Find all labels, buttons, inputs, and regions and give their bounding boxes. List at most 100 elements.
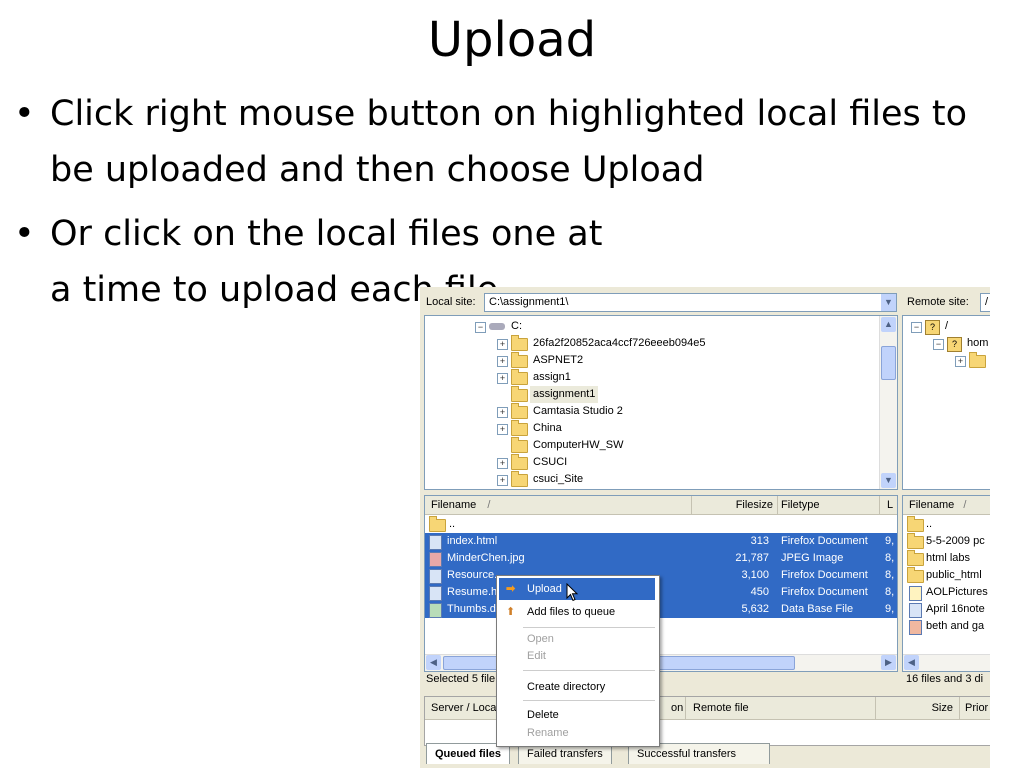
tree-node-label: / bbox=[945, 320, 949, 332]
tree-node-label: csuci_Site bbox=[533, 473, 584, 485]
local-site-combo[interactable]: C:\assignment1\ ▼ bbox=[484, 293, 897, 312]
tree-node-label: hom bbox=[967, 337, 989, 349]
remote-tree-pane[interactable]: − ? / − ? hom + bbox=[902, 315, 990, 490]
expand-icon[interactable]: + bbox=[497, 373, 508, 384]
expand-icon[interactable]: + bbox=[497, 407, 508, 418]
folder-icon bbox=[511, 403, 528, 419]
scroll-left-icon[interactable]: ◀ bbox=[904, 655, 919, 670]
file-list-header: Filename / Filesize Filetype L bbox=[425, 496, 897, 515]
tree-node-label: assignment1 bbox=[530, 386, 599, 403]
collapse-icon[interactable]: − bbox=[933, 339, 944, 350]
folder-icon bbox=[511, 335, 528, 351]
expand-icon[interactable]: + bbox=[497, 475, 508, 486]
folder-icon bbox=[429, 516, 446, 532]
filezilla-screenshot: Local site: C:\assignment1\ ▼ Remote sit… bbox=[420, 287, 990, 768]
firefox-document-icon bbox=[429, 586, 442, 601]
bullet-item: • Click right mouse button on highlighte… bbox=[14, 86, 1004, 198]
folder-icon bbox=[907, 533, 924, 549]
tree-node-label: CSUCI bbox=[533, 456, 568, 468]
column-filesize[interactable]: Filesize bbox=[691, 496, 778, 514]
upload-arrow-icon: ➡ bbox=[506, 583, 516, 595]
file-row[interactable]: MinderChen.jpg 21,787 JPEG Image 8, bbox=[429, 550, 897, 567]
file-list-header: Filename / bbox=[903, 496, 990, 515]
menu-item-edit[interactable]: Edit bbox=[499, 648, 655, 665]
remote-site-combo[interactable]: / bbox=[980, 293, 990, 312]
column-priority[interactable]: Prior bbox=[959, 697, 990, 719]
column-remote-file[interactable]: Remote file bbox=[687, 697, 876, 719]
column-filename[interactable]: Filename / bbox=[425, 496, 692, 514]
bullet-dot-icon: • bbox=[14, 94, 35, 134]
image-file-icon bbox=[909, 620, 922, 635]
collapse-icon[interactable]: − bbox=[911, 322, 922, 333]
remote-status: 16 files and 3 di bbox=[906, 673, 984, 685]
local-status: Selected 5 file bbox=[426, 673, 496, 685]
remote-site-label: Remote site: bbox=[907, 296, 969, 308]
remote-file-list[interactable]: Filename / .. 5-5-2009 pc html labs publ… bbox=[902, 495, 990, 672]
folder-icon bbox=[511, 420, 528, 436]
file-row[interactable]: index.html 313 Firefox Document 9, bbox=[429, 533, 897, 550]
collapse-icon[interactable]: − bbox=[475, 322, 486, 333]
tree-node-label: ASPNET2 bbox=[533, 354, 584, 366]
local-site-path: C:\assignment1\ bbox=[489, 296, 569, 308]
add-queue-icon: ⬆ bbox=[506, 606, 516, 618]
expand-icon[interactable]: + bbox=[955, 356, 966, 367]
folder-icon bbox=[511, 386, 528, 402]
firefox-document-icon bbox=[429, 569, 442, 584]
menu-item-open[interactable]: Open bbox=[499, 631, 655, 648]
expand-icon[interactable]: + bbox=[497, 424, 508, 435]
mouse-cursor-icon bbox=[566, 583, 579, 602]
unknown-folder-icon: ? bbox=[947, 337, 962, 352]
folder-icon bbox=[969, 352, 986, 368]
database-file-icon bbox=[429, 603, 442, 618]
word-document-icon bbox=[909, 603, 922, 618]
remote-site-path: / bbox=[985, 296, 989, 308]
column-filename[interactable]: Filename / bbox=[903, 496, 990, 514]
tree-node-label: 26fa2f20852aca4ccf726eeeb094e5 bbox=[533, 337, 706, 349]
chevron-down-icon[interactable]: ▼ bbox=[881, 294, 896, 311]
bullet-dot-icon: • bbox=[14, 214, 35, 254]
scroll-down-icon[interactable]: ▼ bbox=[881, 473, 896, 488]
expand-icon[interactable]: + bbox=[497, 356, 508, 367]
tree-node-label: Camtasia Studio 2 bbox=[533, 405, 623, 417]
scroll-left-icon[interactable]: ◀ bbox=[426, 655, 441, 670]
column-filetype[interactable]: Filetype bbox=[775, 496, 880, 514]
folder-icon bbox=[907, 516, 924, 532]
tree-node-label: China bbox=[533, 422, 562, 434]
local-tree-scrollbar[interactable]: ▲ ▼ bbox=[879, 316, 897, 489]
folder-icon bbox=[511, 369, 528, 385]
folder-icon bbox=[907, 567, 924, 583]
folder-icon bbox=[907, 550, 924, 566]
expand-icon[interactable]: + bbox=[497, 458, 508, 469]
local-tree-pane[interactable]: − C: + 26fa2f20852aca4ccf726eeeb094e5 + … bbox=[424, 315, 898, 490]
firefox-document-icon bbox=[429, 535, 442, 550]
image-file-icon bbox=[429, 552, 442, 567]
local-site-label: Local site: bbox=[426, 296, 476, 308]
tree-node-label: C: bbox=[511, 320, 522, 332]
folder-icon bbox=[511, 437, 528, 453]
unknown-folder-icon: ? bbox=[925, 320, 940, 335]
menu-item-add-to-queue[interactable]: ⬆ Add files to queue bbox=[499, 601, 655, 623]
menu-separator bbox=[523, 700, 655, 701]
tree-node-label: assign1 bbox=[533, 371, 571, 383]
column-size[interactable]: Size bbox=[877, 697, 960, 719]
folder-icon bbox=[511, 352, 528, 368]
menu-separator bbox=[523, 627, 655, 628]
scroll-right-icon[interactable]: ▶ bbox=[881, 655, 896, 670]
scroll-up-icon[interactable]: ▲ bbox=[881, 317, 896, 332]
scroll-thumb[interactable] bbox=[881, 346, 896, 380]
folder-icon bbox=[511, 471, 528, 487]
info-file-icon bbox=[909, 586, 922, 601]
bullet-text: Click right mouse button on highlighted … bbox=[50, 94, 967, 190]
remote-list-hscrollbar[interactable]: ◀ bbox=[903, 654, 990, 671]
tree-node-label: ComputerHW_SW bbox=[533, 439, 624, 451]
menu-separator bbox=[523, 670, 655, 671]
expand-icon[interactable]: + bbox=[497, 339, 508, 350]
slide-title: Upload bbox=[427, 12, 597, 68]
menu-item-rename[interactable]: Rename bbox=[499, 725, 655, 742]
folder-icon bbox=[511, 454, 528, 470]
column-last-modified[interactable]: L bbox=[881, 496, 897, 514]
menu-item-create-directory[interactable]: Create directory bbox=[499, 676, 655, 698]
column-direction[interactable]: on bbox=[665, 697, 686, 719]
drive-icon bbox=[489, 323, 505, 330]
menu-item-delete[interactable]: Delete bbox=[499, 704, 655, 726]
